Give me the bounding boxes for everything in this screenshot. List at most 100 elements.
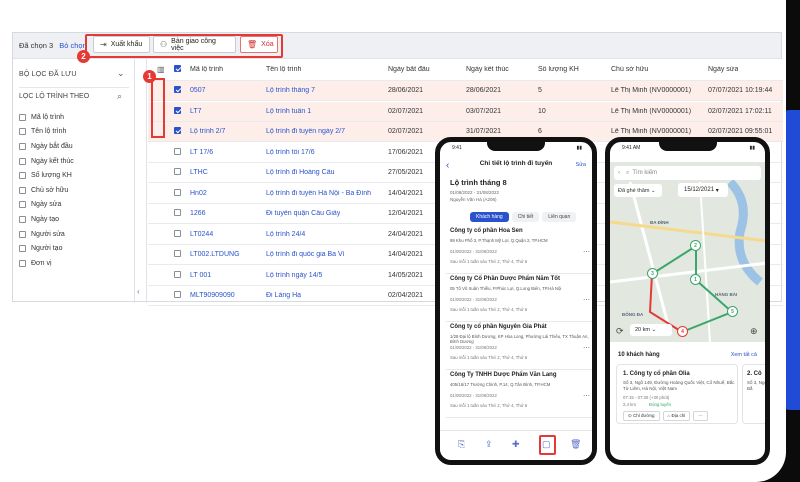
address-button[interactable]: ⌂ Địa chỉ <box>662 411 691 421</box>
edit-link[interactable]: Sửa <box>576 162 586 168</box>
back-icon[interactable]: ‹ <box>446 160 449 171</box>
list-item[interactable]: Công Ty TNHH Dược Phẩm Văn Lang 405/16/17… <box>446 372 592 418</box>
map-pin[interactable]: 1 <box>690 274 701 285</box>
filter-item[interactable]: Ngày bắt đầu <box>19 139 74 154</box>
customer-card-partial[interactable]: 2. Cô Số 3, Ngõ Nhuế, Bắ <box>742 364 765 424</box>
more-icon[interactable]: ⋯ <box>583 392 590 400</box>
table-cell-ma[interactable]: 1266 <box>190 210 206 217</box>
deselect-link[interactable]: Bỏ chọn <box>59 41 87 50</box>
row-checkbox[interactable] <box>174 188 181 196</box>
map-search-bar[interactable]: ‹ ⌕ Tìm kiếm <box>614 166 761 180</box>
filter-item[interactable]: Người tạo <box>19 241 74 256</box>
route-map[interactable]: ‹ ⌕ Tìm kiếm Đã ghé thăm ⌄ 15/12/2021 ▾ … <box>610 162 765 342</box>
checkbox[interactable] <box>19 245 26 253</box>
more-icon[interactable]: ⋯ <box>583 344 590 352</box>
row-checkbox[interactable] <box>174 209 181 216</box>
table-cell-ma[interactable]: LT 001 <box>190 272 211 279</box>
tab-details[interactable]: Chi tiết <box>511 212 540 222</box>
row-checkbox[interactable] <box>174 86 181 93</box>
directions-button[interactable]: ⊙ Chỉ đường <box>623 411 660 421</box>
list-item[interactable]: Công ty Cổ Phần Dược Phẩm Năm Tốt 05 Tô V… <box>446 276 592 322</box>
row-checkbox[interactable] <box>174 127 181 134</box>
more-icon[interactable]: ⋯ <box>583 248 590 256</box>
map-search-input[interactable]: Tìm kiếm <box>632 170 657 176</box>
map-pin[interactable]: 2 <box>690 240 701 251</box>
map-pin[interactable]: 3 <box>647 268 658 279</box>
table-cell-ma[interactable]: LT7 <box>190 108 202 115</box>
table-cell-ten[interactable]: Lộ trình đi quốc gia Ba Vì <box>266 251 345 258</box>
table-cell-ten[interactable]: Lộ trình đi tuyến Hà Nội - Ba Đình <box>266 190 371 197</box>
table-cell-ma[interactable]: LTHC <box>190 169 208 176</box>
checkbox[interactable] <box>19 113 26 121</box>
filter-item[interactable]: Mã lộ trình <box>19 110 74 125</box>
checkbox[interactable] <box>19 230 26 238</box>
handover-button[interactable]: ⚇ Bàn giao công việc <box>153 36 236 53</box>
checkbox[interactable] <box>19 259 26 267</box>
export-button[interactable]: ⇥ Xuất khẩu <box>93 36 150 53</box>
row-checkbox[interactable] <box>174 229 181 237</box>
view-all-link[interactable]: Xem tất cả <box>731 352 757 358</box>
customer-card[interactable]: 1. Công ty cổ phần Olia Số 3, Ngõ 149, Đ… <box>616 364 738 424</box>
trash-icon[interactable]: 🗑 <box>570 439 581 450</box>
bookmark-icon[interactable]: ⎘ <box>458 439 465 450</box>
date-picker[interactable]: 15/12/2021 ▾ <box>678 183 728 197</box>
table-row[interactable]: 0507 Lộ trình tháng 7 28/06/2021 28/06/2021… <box>148 81 783 101</box>
row-checkbox[interactable] <box>174 147 181 155</box>
table-cell-ten[interactable]: Lộ trình ngày 14/5 <box>266 272 322 279</box>
row-checkbox[interactable] <box>174 106 181 114</box>
table-cell-ma[interactable]: MLT90909090 <box>190 292 235 299</box>
sidebar-collapse-handle[interactable]: ‹ <box>135 59 147 303</box>
filter-item[interactable]: Người sửa <box>19 227 74 242</box>
search-icon[interactable]: ⌕ <box>117 91 122 102</box>
checkbox[interactable] <box>19 215 26 223</box>
delete-button[interactable]: 🗑 Xóa <box>240 36 278 53</box>
refresh-icon[interactable]: ⟳ <box>616 326 624 337</box>
more-icon[interactable]: ⋯ <box>583 296 590 304</box>
table-row[interactable]: LT7 Lộ trình tuần 1 02/07/2021 03/07/2021 10… <box>148 101 783 122</box>
chevron-left-icon[interactable]: ‹ <box>137 287 140 296</box>
checkbox[interactable] <box>19 142 26 150</box>
columns-icon[interactable]: ▥ <box>157 65 165 74</box>
tab-customers[interactable]: Khách hàng <box>470 212 509 222</box>
filter-item[interactable]: Số lượng KH <box>19 168 74 183</box>
filter-item[interactable]: Ngày kết thúc <box>19 154 74 169</box>
list-item[interactable]: Công ty cổ phần Nguyên Gia Phát 1/28 Đại … <box>446 324 592 370</box>
table-cell-ten[interactable]: Lộ trình tối 17/6 <box>266 149 315 156</box>
add-user-icon[interactable]: ✚ <box>512 439 520 450</box>
chevron-down-icon[interactable]: ⌄ <box>117 68 125 79</box>
back-icon[interactable]: ‹ <box>618 170 620 176</box>
checkbox[interactable] <box>19 172 26 180</box>
checkbox[interactable] <box>19 128 26 136</box>
map-pin[interactable]: 5 <box>727 306 738 317</box>
more-button[interactable]: ⋯ <box>693 411 708 421</box>
table-cell-ma[interactable]: 0507 <box>190 87 206 94</box>
filter-item[interactable]: Ngày tạo <box>19 212 74 227</box>
table-cell-ten[interactable]: Lộ trình 24/4 <box>266 231 305 238</box>
filter-item[interactable]: Ngày sửa <box>19 198 74 213</box>
tab-related[interactable]: Liên quan <box>542 212 577 222</box>
filter-item[interactable]: Chủ sở hữu <box>19 183 74 198</box>
table-cell-ma[interactable]: LT 17/6 <box>190 149 213 156</box>
share-icon[interactable]: ⇪ <box>485 439 493 450</box>
checkbox[interactable] <box>19 201 26 209</box>
list-item[interactable]: Công ty cổ phần Hoa Sen 99 Khu Phố 3, P.T… <box>446 228 592 274</box>
table-cell-ma[interactable]: LT0244 <box>190 231 213 238</box>
locate-icon[interactable]: ⊕ <box>750 326 758 337</box>
table-cell-ten[interactable]: Đi Láng Hạ <box>266 292 301 299</box>
table-cell-ma[interactable]: Hn02 <box>190 190 207 197</box>
table-cell-ma[interactable]: LT002.LTDUNG <box>190 251 240 258</box>
checkbox[interactable] <box>19 186 26 194</box>
table-cell-ten[interactable]: Đi tuyến quận Cầu Giấy <box>266 210 340 217</box>
radius-select[interactable]: 20 km ⌄ <box>630 324 672 336</box>
row-checkbox[interactable] <box>174 291 181 298</box>
row-checkbox[interactable] <box>174 168 181 175</box>
select-all-checkbox[interactable] <box>174 65 181 72</box>
table-cell-ten[interactable]: Lộ trình đi Hoàng Cầu <box>266 169 335 176</box>
filter-item[interactable]: Tên lộ trình <box>19 125 74 140</box>
row-checkbox[interactable] <box>174 250 181 257</box>
table-cell-ma[interactable]: Lộ trình 2/7 <box>190 128 225 135</box>
table-cell-ten[interactable]: Lộ trình tuần 1 <box>266 108 311 115</box>
row-checkbox[interactable] <box>174 270 181 278</box>
table-cell-ten[interactable]: Lộ trình tháng 7 <box>266 87 315 94</box>
checkbox[interactable] <box>19 157 26 165</box>
